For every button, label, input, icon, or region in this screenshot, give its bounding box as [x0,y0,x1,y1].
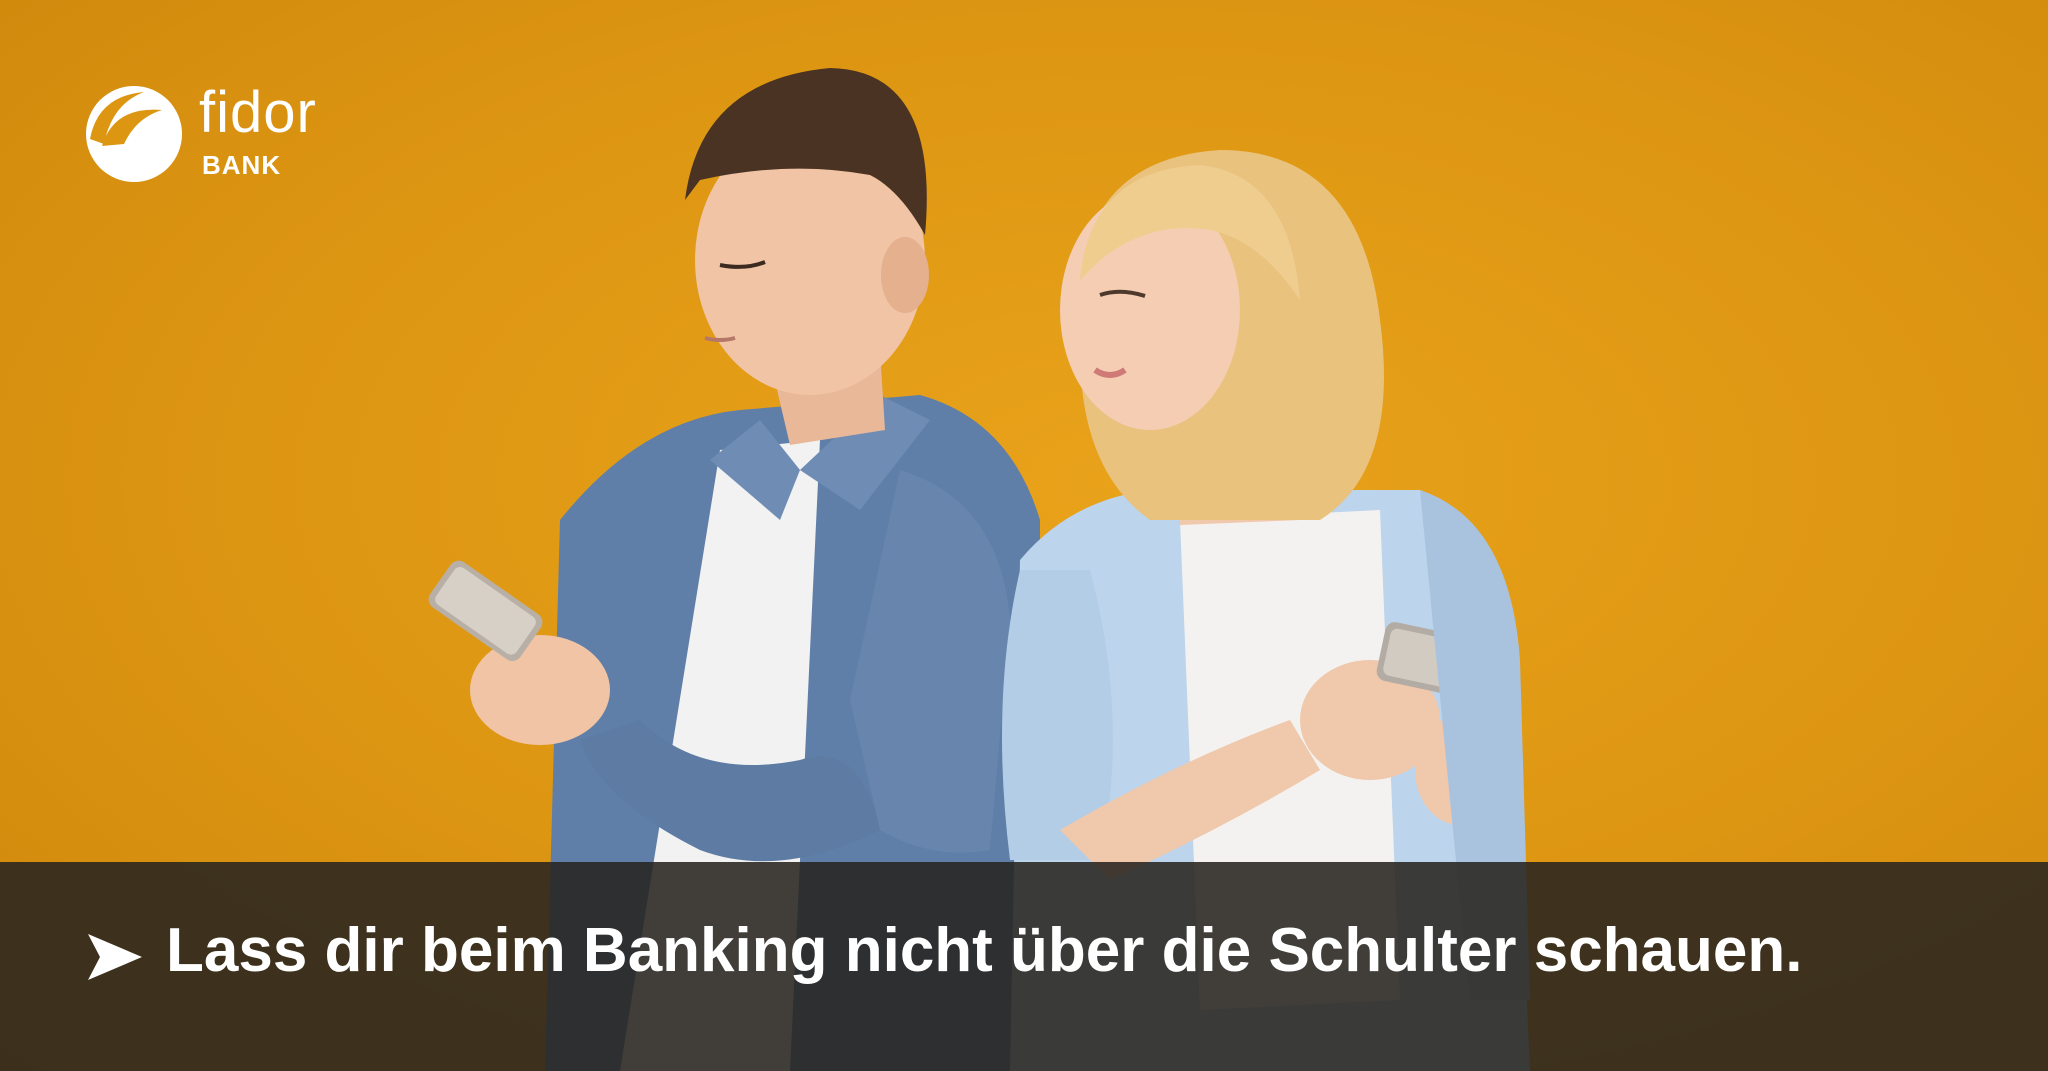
caption-text: Lass dir beim Banking nicht über die Sch… [166,916,1803,985]
logo-subtitle: BANK [202,150,282,180]
ad-banner: fidor BANK Lass dir beim Banking nicht ü… [0,0,2048,1071]
logo-wordmark: fidor [199,80,317,145]
arrowhead-right-icon [88,934,142,980]
fidor-bank-logo: fidor BANK [84,84,424,194]
caption-banner: Lass dir beim Banking nicht über die Sch… [0,862,2048,1071]
fidor-swoosh-icon [86,86,182,182]
